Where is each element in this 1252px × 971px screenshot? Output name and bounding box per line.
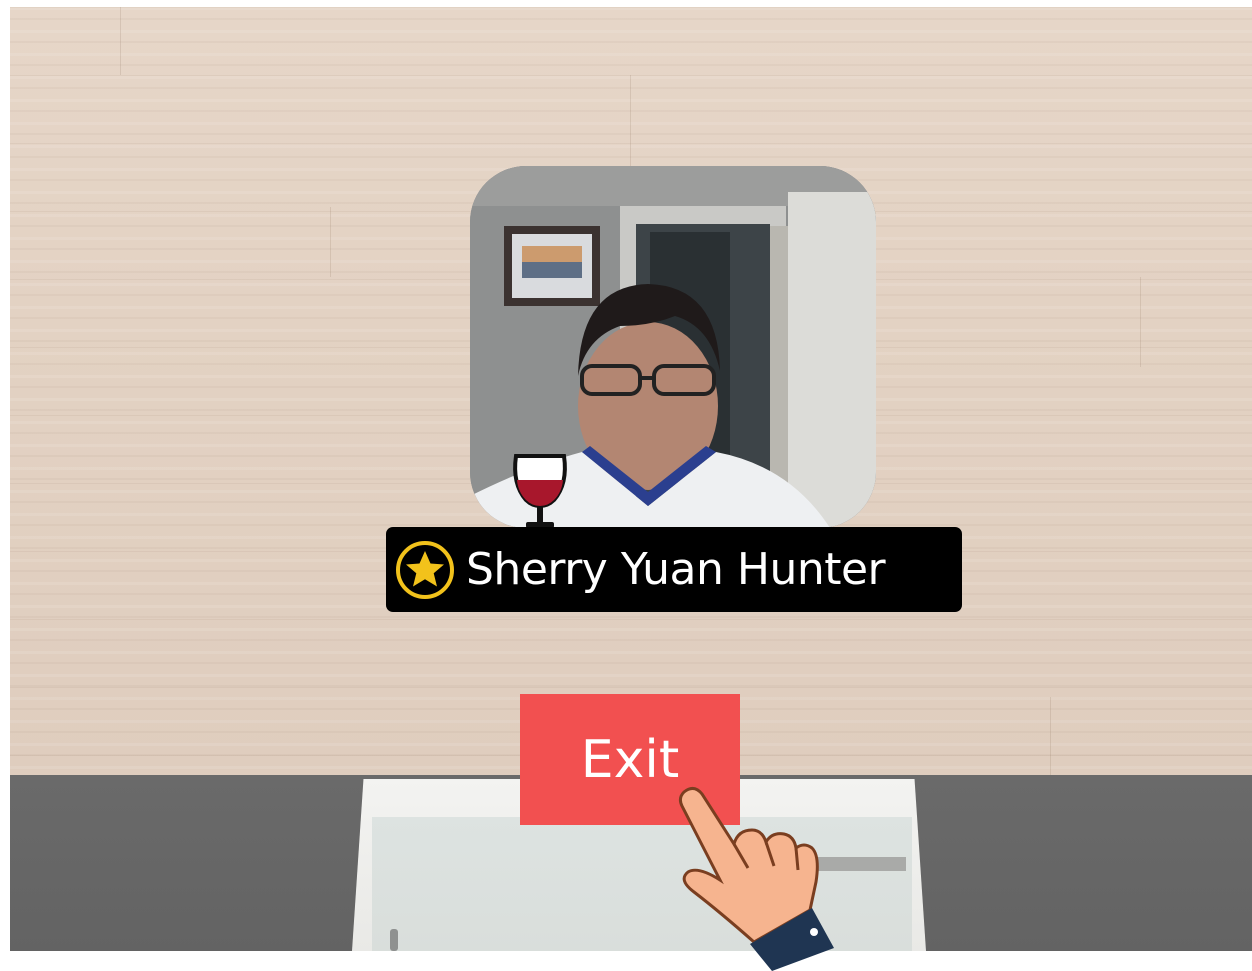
pointing-hand-icon (678, 787, 834, 971)
red-wine-glass-icon (513, 454, 567, 528)
plank-seam (330, 207, 331, 277)
plank-seam (120, 7, 121, 75)
plank-seam (1140, 277, 1141, 367)
star-badge-icon (396, 540, 454, 599)
door-handle (390, 929, 398, 951)
plank-seam (630, 75, 631, 171)
participant-nameplate: Sherry Yuan Hunter (386, 527, 962, 612)
plank-seam (1050, 697, 1051, 775)
participant-name: Sherry Yuan Hunter (466, 543, 886, 595)
